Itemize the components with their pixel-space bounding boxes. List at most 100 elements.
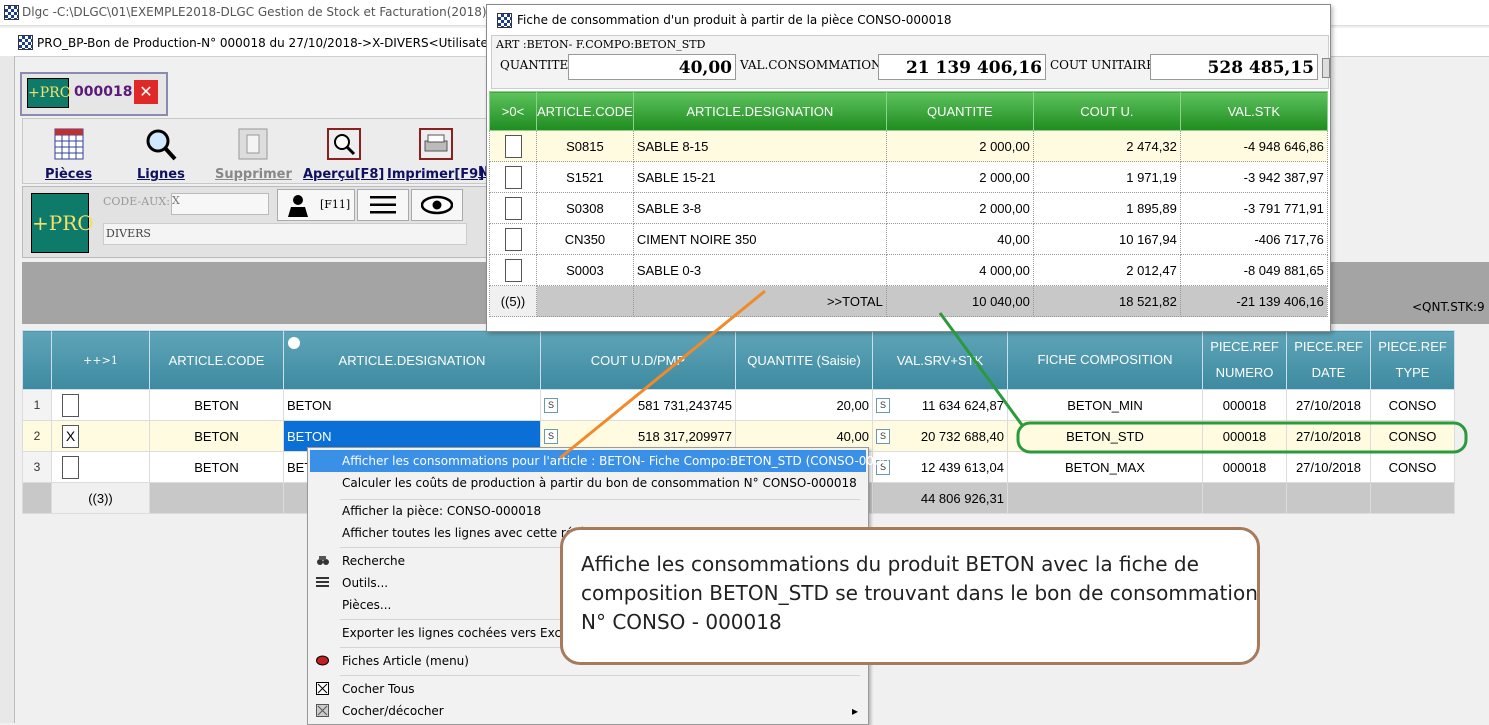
cout-cell[interactable]: S 581 731,243745 (540, 389, 736, 421)
row-check-cell[interactable] (51, 389, 150, 421)
s-button[interactable]: S (876, 428, 890, 444)
close-document-button[interactable]: ✕ (134, 80, 158, 104)
article-code[interactable]: S0003 (536, 254, 634, 286)
s-button[interactable]: S (544, 397, 558, 413)
article-designation[interactable]: BETON (283, 389, 541, 421)
row-checkbox[interactable] (504, 227, 522, 251)
header-article-designation[interactable]: ARTICLE.DESIGNATION (632, 91, 887, 131)
article-designation[interactable]: CIMENT NOIRE 350 (632, 223, 887, 255)
pieces-button[interactable]: Pièces (45, 127, 92, 182)
menu-item-afficher-piece[interactable]: Afficher la pièce: CONSO-000018 (310, 500, 866, 522)
article-code[interactable]: S0815 (536, 130, 634, 162)
row-check-cell[interactable] (51, 451, 150, 483)
val-cell[interactable]: S 20 732 688,40 (872, 420, 1008, 452)
row-selector[interactable] (489, 192, 537, 224)
menu-item-afficher-consommations[interactable]: Afficher les consommations pour l'articl… (310, 450, 909, 472)
row-checkbox[interactable] (62, 393, 79, 417)
fiche-composition[interactable]: BETON_MIN (1007, 389, 1203, 421)
article-designation[interactable]: SABLE 3-8 (632, 192, 887, 224)
tiers-name-field[interactable]: DIVERS (103, 223, 467, 245)
view-button[interactable] (411, 189, 463, 221)
article-code[interactable]: S1521 (536, 161, 634, 193)
document-tab[interactable]: +PRO 000018 ✕ (20, 72, 168, 116)
val-stk-value[interactable]: -4 948 646,86 (1179, 130, 1328, 162)
piece-ref-numero[interactable]: 000018 (1202, 451, 1287, 483)
piece-ref-date[interactable]: 27/10/2018 (1286, 420, 1371, 452)
piece-ref-type[interactable]: CONSO (1370, 420, 1455, 452)
menu-button[interactable] (357, 189, 409, 221)
table-row[interactable]: CN350 CIMENT NOIRE 350 40,00 10 167,94 -… (489, 223, 1328, 255)
header-article-designation[interactable]: ARTICLE.DESIGNATION (283, 330, 541, 390)
val-stk-value[interactable]: -8 049 881,65 (1179, 254, 1328, 286)
apercu-button[interactable]: Aperçu[F8] (303, 127, 384, 182)
tiers-button[interactable]: [F11] (277, 189, 355, 221)
header-article-code[interactable]: ARTICLE.CODE (536, 91, 634, 131)
val-stk-value[interactable]: -3 942 387,97 (1179, 161, 1328, 193)
header-toggle[interactable]: >0< (489, 91, 537, 131)
quantite-value[interactable]: 40,00 (885, 223, 1034, 255)
cout-unitaire-field[interactable]: 528 485,15 (1150, 54, 1318, 80)
row-selector[interactable] (489, 130, 537, 162)
piece-ref-numero[interactable]: 000018 (1202, 420, 1287, 452)
quantite-value[interactable]: 2 000,00 (885, 161, 1034, 193)
article-designation[interactable]: SABLE 8-15 (632, 130, 887, 162)
table-row[interactable]: S1521 SABLE 15-21 2 000,00 1 971,19 -3 9… (489, 161, 1328, 193)
article-code[interactable]: BETON (149, 389, 284, 421)
val-stk-value[interactable]: -406 717,76 (1179, 223, 1328, 255)
row-selector[interactable] (489, 161, 537, 193)
extra-button[interactable] (1322, 58, 1330, 78)
cout-value[interactable]: 1 971,19 (1032, 161, 1181, 193)
s-button[interactable]: S (544, 428, 558, 444)
quantite-value[interactable]: 2 000,00 (885, 130, 1034, 162)
header-piece-ref-date[interactable]: PIECE.REF DATE (1286, 330, 1371, 390)
quantite-value[interactable]: 2 000,00 (885, 192, 1034, 224)
cout-value[interactable]: 2 012,47 (1032, 254, 1181, 286)
row-selector[interactable] (489, 223, 537, 255)
header-piece-ref-numero[interactable]: PIECE.REF NUMERO (1202, 330, 1287, 390)
header-fiche-composition[interactable]: FICHE COMPOSITION (1007, 330, 1203, 390)
row-checkbox[interactable] (504, 165, 522, 189)
header-val-stk[interactable]: VAL.STK (1179, 91, 1328, 131)
menu-item-cocher-decocher[interactable]: Cocher/décocher ▸ (310, 700, 866, 722)
cout-value[interactable]: 2 474,32 (1032, 130, 1181, 162)
code-aux-input[interactable]: X (171, 193, 269, 215)
cout-value[interactable]: 10 167,94 (1032, 223, 1181, 255)
row-check-cell[interactable]: X (51, 420, 150, 452)
header-quantite[interactable]: QUANTITE (Saisie) (735, 330, 873, 390)
row-checkbox[interactable] (504, 258, 522, 282)
val-conso-field[interactable]: 21 139 406,16 (878, 54, 1046, 80)
piece-ref-numero[interactable]: 000018 (1202, 389, 1287, 421)
header-quantite[interactable]: QUANTITE (885, 91, 1034, 131)
row-checkbox[interactable]: X (62, 424, 79, 448)
header-check[interactable]: ++>1 (51, 330, 150, 390)
article-code[interactable]: BETON (149, 451, 284, 483)
supprimer-button[interactable]: Supprimer (215, 127, 292, 182)
s-button[interactable]: S (876, 397, 890, 413)
menu-item-cocher-tous[interactable]: Cocher Tous (310, 678, 866, 700)
article-designation[interactable]: SABLE 0-3 (632, 254, 887, 286)
header-cout-u[interactable]: COUT U. (1032, 91, 1181, 131)
quantite-field[interactable]: 40,00 (568, 54, 736, 80)
row-selector[interactable] (489, 254, 537, 286)
article-code[interactable]: S0308 (536, 192, 634, 224)
fiche-composition[interactable]: BETON_STD (1007, 420, 1203, 452)
table-row[interactable]: S0815 SABLE 8-15 2 000,00 2 474,32 -4 94… (489, 130, 1328, 162)
lignes-button[interactable]: Lignes (137, 127, 185, 182)
fiche-composition[interactable]: BETON_MAX (1007, 451, 1203, 483)
row-checkbox[interactable] (504, 196, 522, 220)
header-val-srv[interactable]: VAL.SRV+STK (872, 330, 1008, 390)
row-checkbox[interactable] (504, 134, 522, 158)
header-piece-ref-type[interactable]: PIECE.REF TYPE (1370, 330, 1455, 390)
row-checkbox[interactable] (62, 455, 79, 479)
val-cell[interactable]: S 11 634 624,87 (872, 389, 1008, 421)
table-row[interactable]: S0308 SABLE 3-8 2 000,00 1 895,89 -3 791… (489, 192, 1328, 224)
piece-ref-date[interactable]: 27/10/2018 (1286, 389, 1371, 421)
article-code[interactable]: BETON (149, 420, 284, 452)
menu-item-calculer-couts[interactable]: Calculer les coûts de production à parti… (310, 472, 866, 494)
piece-ref-type[interactable]: CONSO (1370, 389, 1455, 421)
quantite-value[interactable]: 20,00 (735, 389, 873, 421)
val-stk-value[interactable]: -3 791 771,91 (1179, 192, 1328, 224)
table-row[interactable]: 1 BETON BETON S 581 731,243745 20,00 S 11 … (22, 389, 1455, 421)
imprimer-button[interactable]: Imprimer[F9] (387, 127, 484, 182)
piece-ref-date[interactable]: 27/10/2018 (1286, 451, 1371, 483)
